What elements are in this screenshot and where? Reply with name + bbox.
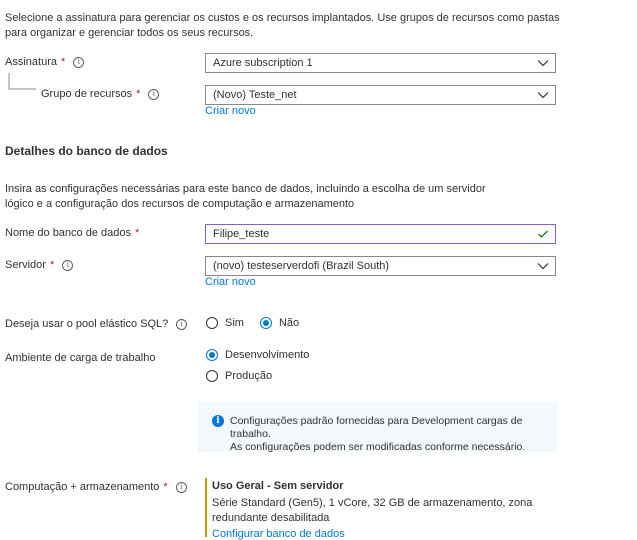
info-icon[interactable]: i bbox=[62, 260, 74, 271]
option-label: Sim bbox=[225, 317, 244, 329]
configure-database-link[interactable]: Configurar banco de dados bbox=[212, 528, 345, 540]
workload-option-prod[interactable]: Produção bbox=[206, 368, 272, 384]
required-marker: * bbox=[136, 88, 141, 100]
tree-connector bbox=[8, 73, 36, 90]
option-label: Desenvolvimento bbox=[225, 349, 310, 361]
subscription-value: Azure subscription 1 bbox=[213, 57, 313, 69]
compute-label-text: Computação + armazenamento bbox=[5, 481, 160, 493]
section-description: Insira as configurações necessárias para… bbox=[5, 183, 486, 210]
info-icon[interactable]: i bbox=[176, 319, 188, 330]
db-name-label: Nome do banco de dados * bbox=[5, 225, 139, 241]
radio-button[interactable] bbox=[206, 349, 218, 361]
info-icon[interactable]: i bbox=[175, 482, 187, 493]
create-server-link[interactable]: Criar novo bbox=[205, 276, 256, 288]
elastic-pool-option-sim[interactable]: Sim bbox=[206, 315, 244, 331]
radio-button[interactable] bbox=[206, 317, 218, 329]
chevron-down-icon bbox=[537, 60, 549, 67]
resource-group-label-text: Grupo de recursos bbox=[41, 88, 133, 100]
compute-label: Computação + armazenamento * i bbox=[5, 479, 187, 495]
chevron-down-icon bbox=[537, 263, 549, 270]
subscription-label: Assinatura * i bbox=[5, 54, 85, 70]
server-value: (novo) testeserverdofi (Brazil South) bbox=[213, 260, 390, 272]
resource-group-label: Grupo de recursos * i bbox=[41, 86, 160, 102]
option-label: Não bbox=[278, 317, 300, 329]
compute-details: Série Standard (Gen5), 1 vCore, 32 GB de… bbox=[212, 497, 533, 524]
info-icon[interactable]: i bbox=[148, 89, 160, 100]
option-label: Produção bbox=[225, 370, 273, 382]
workload-info-box: i Configurações padrão fornecidas para D… bbox=[198, 402, 557, 454]
info-message: Configurações padrão fornecidas para Dev… bbox=[230, 415, 548, 454]
subscription-label-text: Assinatura bbox=[5, 56, 57, 68]
elastic-pool-option-nao[interactable]: Não bbox=[259, 315, 300, 331]
resource-group-value: (Novo) Teste_net bbox=[213, 89, 297, 101]
radio-button[interactable] bbox=[259, 317, 272, 329]
compute-tier: Uso Geral - Sem servidor bbox=[212, 480, 344, 492]
server-label-text: Servidor bbox=[5, 259, 46, 271]
workload-label: Ambiente de carga de trabalho bbox=[5, 352, 156, 364]
intro-text: Selecione a assinatura para gerenciar os… bbox=[5, 12, 560, 39]
required-marker: * bbox=[49, 259, 55, 271]
db-name-input[interactable]: Filipe_teste bbox=[205, 224, 556, 244]
info-line-1: Configurações padrão fornecidas para Dev… bbox=[230, 415, 523, 440]
create-resource-group-link[interactable]: Criar novo bbox=[205, 105, 256, 117]
info-icon[interactable]: i bbox=[73, 57, 85, 68]
server-label: Servidor * i bbox=[5, 257, 74, 273]
workload-option-dev[interactable]: Desenvolvimento bbox=[206, 347, 309, 363]
server-select[interactable]: (novo) testeserverdofi (Brazil South) bbox=[205, 256, 556, 276]
radio-button[interactable] bbox=[206, 370, 218, 382]
info-icon: i bbox=[212, 415, 224, 427]
elastic-pool-label: Deseja usar o pool elástico SQL? i bbox=[5, 316, 188, 332]
compute-accent-bar bbox=[205, 478, 207, 537]
resource-group-select[interactable]: (Novo) Teste_net bbox=[205, 85, 556, 105]
required-marker: * bbox=[163, 481, 168, 493]
required-marker: * bbox=[60, 56, 66, 68]
section-title: Detalhes do banco de dados bbox=[5, 144, 168, 158]
db-name-value: Filipe_teste bbox=[213, 228, 270, 240]
subscription-select[interactable]: Azure subscription 1 bbox=[205, 53, 556, 73]
check-icon bbox=[538, 230, 548, 238]
required-marker: * bbox=[134, 227, 140, 239]
chevron-down-icon bbox=[537, 92, 549, 99]
info-line-2: As configurações podem ser modificadas c… bbox=[230, 441, 526, 453]
elastic-pool-radio-group: Sim Não bbox=[206, 315, 299, 331]
elastic-pool-label-text: Deseja usar o pool elástico SQL? bbox=[5, 318, 169, 330]
db-name-label-text: Nome do banco de dados bbox=[5, 227, 131, 239]
